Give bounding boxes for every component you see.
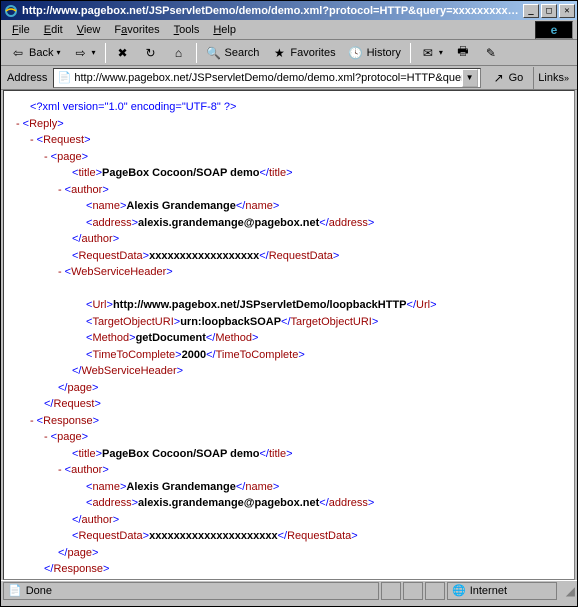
xml-node: -<page> bbox=[8, 149, 570, 166]
close-button[interactable]: ✕ bbox=[559, 4, 575, 18]
address-label: Address bbox=[5, 72, 49, 84]
favorites-icon: ★ bbox=[271, 45, 287, 61]
home-button[interactable]: ⌂ bbox=[166, 42, 192, 64]
separator bbox=[410, 43, 411, 63]
toolbar: ⇦Back▾ ⇨▾ ✖ ↻ ⌂ 🔍Search ★Favorites 🕓Hist… bbox=[1, 40, 577, 66]
xml-node: <name>Alexis Grandemange</name> bbox=[8, 198, 570, 215]
xml-node: -<Response> bbox=[8, 413, 570, 430]
collapse-toggle[interactable]: - bbox=[30, 134, 37, 146]
minimize-button[interactable]: _ bbox=[523, 4, 539, 18]
content-pane[interactable]: <?xml version="1.0" encoding="UTF-8" ?> … bbox=[3, 90, 575, 580]
menu-view[interactable]: View bbox=[70, 22, 108, 38]
xml-node: </WebServiceHeader> bbox=[8, 363, 570, 380]
window-title: http://www.pagebox.net/JSPservletDemo/de… bbox=[22, 5, 523, 17]
collapse-toggle[interactable]: - bbox=[16, 118, 23, 130]
mail-icon: ✉ bbox=[420, 45, 436, 61]
status-text: Done bbox=[26, 585, 52, 597]
search-icon: 🔍 bbox=[206, 45, 222, 61]
xml-node: -<page> bbox=[8, 429, 570, 446]
stop-icon: ✖ bbox=[115, 45, 131, 61]
xml-node: <RequestData>xxxxxxxxxxxxxxxxxxxxx</Requ… bbox=[8, 528, 570, 545]
home-icon: ⌂ bbox=[171, 45, 187, 61]
status-pane-2 bbox=[381, 582, 401, 600]
address-dropdown-icon[interactable]: ▼ bbox=[462, 69, 478, 87]
xml-node: </page> bbox=[8, 545, 570, 562]
separator bbox=[196, 43, 197, 63]
collapse-toggle[interactable]: - bbox=[44, 151, 51, 163]
xml-node: </Request> bbox=[8, 396, 570, 413]
refresh-button[interactable]: ↻ bbox=[138, 42, 164, 64]
xml-node: </author> bbox=[8, 231, 570, 248]
xml-blank bbox=[8, 281, 570, 298]
xml-node: <address>alexis.grandemange@pagebox.net<… bbox=[8, 495, 570, 512]
address-text: http://www.pagebox.net/JSPservletDemo/de… bbox=[74, 72, 461, 84]
menubar: File Edit View Favorites Tools Help e bbox=[1, 20, 577, 40]
edit-button[interactable]: ✎ bbox=[478, 42, 504, 64]
go-button[interactable]: ↗Go bbox=[485, 68, 530, 88]
xml-declaration: <?xml version="1.0" encoding="UTF-8" ?> bbox=[8, 99, 570, 116]
collapse-toggle[interactable]: - bbox=[58, 184, 65, 196]
status-pane-4 bbox=[425, 582, 445, 600]
favorites-button[interactable]: ★Favorites bbox=[266, 42, 340, 64]
menu-file[interactable]: File bbox=[5, 22, 37, 38]
xml-node: <Url>http://www.pagebox.net/JSPservletDe… bbox=[8, 297, 570, 314]
stop-button[interactable]: ✖ bbox=[110, 42, 136, 64]
maximize-button[interactable]: □ bbox=[541, 4, 557, 18]
xml-node: -<Request> bbox=[8, 132, 570, 149]
separator bbox=[105, 43, 106, 63]
back-arrow-icon: ⇦ bbox=[10, 45, 26, 61]
ie-icon bbox=[3, 3, 19, 19]
collapse-toggle[interactable]: - bbox=[44, 431, 51, 443]
resize-grip-icon[interactable]: ◢ bbox=[559, 584, 575, 598]
xml-node: <TimeToComplete>2000</TimeToComplete> bbox=[8, 347, 570, 364]
xml-node: </page> bbox=[8, 380, 570, 397]
print-icon: 🖶 bbox=[455, 45, 471, 61]
address-bar: Address 📄 http://www.pagebox.net/JSPserv… bbox=[1, 66, 577, 90]
xml-node: <address>alexis.grandemange@pagebox.net<… bbox=[8, 215, 570, 232]
history-icon: 🕓 bbox=[348, 45, 364, 61]
xml-node: -<author> bbox=[8, 462, 570, 479]
xml-node: -<WebServiceHeader> bbox=[8, 264, 570, 281]
refresh-icon: ↻ bbox=[143, 45, 159, 61]
status-text-pane: 📄 Done bbox=[3, 582, 379, 600]
xml-node: -<Reply> bbox=[8, 116, 570, 133]
zone-text: Internet bbox=[470, 585, 507, 597]
ie-throbber-icon: e bbox=[535, 21, 573, 39]
links-bar[interactable]: Links » bbox=[533, 67, 573, 89]
collapse-toggle[interactable]: - bbox=[58, 266, 65, 278]
address-input[interactable]: 📄 http://www.pagebox.net/JSPservletDemo/… bbox=[53, 68, 480, 88]
page-icon: 📄 bbox=[56, 70, 72, 86]
internet-zone-icon: 🌐 bbox=[452, 584, 466, 597]
search-button[interactable]: 🔍Search bbox=[201, 42, 265, 64]
security-zone-pane: 🌐 Internet bbox=[447, 582, 557, 600]
menu-tools[interactable]: Tools bbox=[167, 22, 207, 38]
titlebar: http://www.pagebox.net/JSPservletDemo/de… bbox=[1, 1, 577, 20]
xml-node: </author> bbox=[8, 512, 570, 529]
edit-icon: ✎ bbox=[483, 45, 499, 61]
statusbar: 📄 Done 🌐 Internet ◢ bbox=[1, 580, 577, 600]
mail-button[interactable]: ✉▾ bbox=[415, 42, 448, 64]
xml-node: </Response> bbox=[8, 561, 570, 578]
history-button[interactable]: 🕓History bbox=[343, 42, 406, 64]
menu-favorites[interactable]: Favorites bbox=[107, 22, 166, 38]
menu-help[interactable]: Help bbox=[206, 22, 243, 38]
collapse-toggle[interactable]: - bbox=[30, 415, 37, 427]
menu-edit[interactable]: Edit bbox=[37, 22, 70, 38]
xml-node: <Method>getDocument</Method> bbox=[8, 330, 570, 347]
xml-node: <TargetObjectURI>urn:loopbackSOAP</Targe… bbox=[8, 314, 570, 331]
collapse-toggle[interactable]: - bbox=[58, 464, 65, 476]
xml-node: -<author> bbox=[8, 182, 570, 199]
xml-node: <name>Alexis Grandemange</name> bbox=[8, 479, 570, 496]
xml-node: <title>PageBox Cocoon/SOAP demo</title> bbox=[8, 446, 570, 463]
xml-node: <RequestData>xxxxxxxxxxxxxxxxxx</Request… bbox=[8, 248, 570, 265]
back-button[interactable]: ⇦Back▾ bbox=[5, 42, 65, 64]
print-button[interactable]: 🖶 bbox=[450, 42, 476, 64]
done-icon: 📄 bbox=[8, 584, 22, 597]
forward-button[interactable]: ⇨▾ bbox=[67, 42, 100, 64]
forward-arrow-icon: ⇨ bbox=[72, 45, 88, 61]
go-icon: ↗ bbox=[491, 70, 507, 86]
xml-node: <title>PageBox Cocoon/SOAP demo</title> bbox=[8, 165, 570, 182]
status-pane-3 bbox=[403, 582, 423, 600]
